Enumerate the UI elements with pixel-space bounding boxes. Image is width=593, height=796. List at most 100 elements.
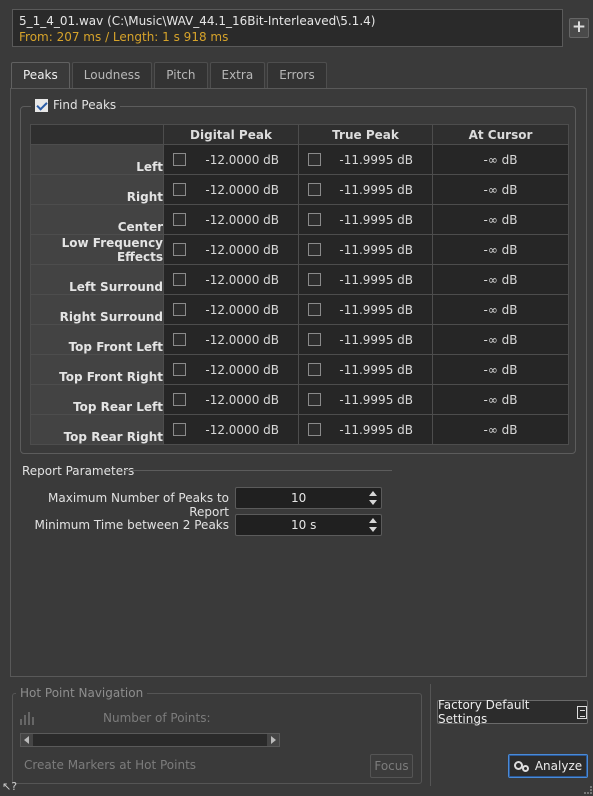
true-peak-checkbox[interactable] [308, 243, 321, 256]
digital-peak-checkbox[interactable] [173, 423, 186, 436]
min-time-label: Minimum Time between 2 Peaks [34, 518, 229, 532]
level-meter-icon [20, 711, 36, 725]
true-peak-checkbox[interactable] [308, 153, 321, 166]
true-peak-value: -11.9995 dB [339, 152, 413, 167]
digital-peak-cell: -12.0000 dB [163, 264, 299, 295]
report-parameters-title: Report Parameters [22, 464, 135, 478]
min-time-spinbox[interactable]: 10 s [235, 514, 382, 536]
true-peak-cell: -11.9995 dB [298, 414, 433, 445]
channel-name: Top Front Left [30, 324, 164, 355]
tab-loudness[interactable]: Loudness [71, 62, 153, 88]
digital-peak-checkbox[interactable] [173, 333, 186, 346]
analyze-button[interactable]: Analyze [508, 754, 588, 778]
true-peak-checkbox[interactable] [308, 213, 321, 226]
digital-peak-value: -12.0000 dB [205, 212, 279, 227]
spin-arrows-icon[interactable] [369, 491, 377, 505]
table-corner [30, 124, 164, 145]
at-cursor-value: -∞ dB [432, 384, 569, 415]
channel-name: Right Surround [30, 294, 164, 325]
add-file-button[interactable]: + [569, 18, 589, 38]
true-peak-checkbox[interactable] [308, 303, 321, 316]
digital-peak-value: -12.0000 dB [205, 152, 279, 167]
at-cursor-value: -∞ dB [432, 174, 569, 205]
digital-peak-value: -12.0000 dB [205, 422, 279, 437]
digital-peak-value: -12.0000 dB [205, 362, 279, 377]
true-peak-value: -11.9995 dB [339, 332, 413, 347]
true-peak-cell: -11.9995 dB [298, 354, 433, 385]
at-cursor-value: -∞ dB [432, 144, 569, 175]
tab-pitch[interactable]: Pitch [154, 62, 208, 88]
true-peak-checkbox[interactable] [308, 393, 321, 406]
arrow-left-icon[interactable] [21, 734, 33, 746]
digital-peak-checkbox[interactable] [173, 183, 186, 196]
digital-peak-checkbox[interactable] [173, 273, 186, 286]
true-peak-value: -11.9995 dB [339, 242, 413, 257]
vertical-divider [430, 684, 431, 786]
digital-peak-value: -12.0000 dB [205, 392, 279, 407]
digital-peak-checkbox[interactable] [173, 213, 186, 226]
table-row: Top Rear Right -12.0000 dB -11.9995 dB -∞ d… [30, 414, 569, 445]
focus-button[interactable]: Focus [370, 754, 413, 778]
true-peak-cell: -11.9995 dB [298, 324, 433, 355]
digital-peak-checkbox[interactable] [173, 393, 186, 406]
channel-name: Top Front Right [30, 354, 164, 385]
analyze-label: Analyze [534, 759, 583, 773]
channel-name: Low Frequency Effects [30, 234, 164, 265]
digital-peak-checkbox[interactable] [173, 153, 186, 166]
table-row: Right Surround -12.0000 dB -11.9995 dB -∞ d… [30, 294, 569, 325]
table-row: Center -12.0000 dB -11.9995 dB -∞ dB [30, 204, 569, 235]
find-peaks-toggle[interactable]: Find Peaks [31, 98, 121, 112]
arrow-right-icon[interactable] [267, 734, 279, 746]
gear-icon [513, 760, 530, 773]
points-slider[interactable] [20, 733, 280, 747]
tab-errors[interactable]: Errors [267, 62, 327, 88]
true-peak-value: -11.9995 dB [339, 392, 413, 407]
column-header-digital-peak: Digital Peak [163, 124, 299, 145]
at-cursor-value: -∞ dB [432, 294, 569, 325]
tab-peaks[interactable]: Peaks [11, 62, 70, 88]
hot-point-title: Hot Point Navigation [16, 686, 148, 700]
digital-peak-value: -12.0000 dB [205, 182, 279, 197]
help-cursor-icon[interactable]: ↖? [2, 780, 17, 793]
at-cursor-value: -∞ dB [432, 324, 569, 355]
document-icon [576, 705, 587, 719]
true-peak-checkbox[interactable] [308, 183, 321, 196]
at-cursor-value: -∞ dB [432, 234, 569, 265]
digital-peak-cell: -12.0000 dB [163, 384, 299, 415]
tab-bar: Peaks Loudness Pitch Extra Errors [11, 62, 327, 88]
digital-peak-cell: -12.0000 dB [163, 174, 299, 205]
digital-peak-value: -12.0000 dB [205, 302, 279, 317]
digital-peak-cell: -12.0000 dB [163, 324, 299, 355]
at-cursor-value: -∞ dB [432, 204, 569, 235]
digital-peak-checkbox[interactable] [173, 363, 186, 376]
channel-name: Top Rear Right [30, 414, 164, 445]
spin-arrows-icon[interactable] [369, 518, 377, 532]
digital-peak-cell: -12.0000 dB [163, 204, 299, 235]
true-peak-checkbox[interactable] [308, 363, 321, 376]
true-peak-checkbox[interactable] [308, 333, 321, 346]
find-peaks-checkbox[interactable] [35, 98, 48, 112]
resize-grip-icon[interactable] [584, 786, 592, 794]
digital-peak-value: -12.0000 dB [205, 272, 279, 287]
digital-peak-checkbox[interactable] [173, 243, 186, 256]
digital-peak-cell: -12.0000 dB [163, 234, 299, 265]
tab-extra[interactable]: Extra [209, 62, 266, 88]
true-peak-value: -11.9995 dB [339, 302, 413, 317]
channel-name: Left Surround [30, 264, 164, 295]
true-peak-checkbox[interactable] [308, 273, 321, 286]
true-peak-value: -11.9995 dB [339, 362, 413, 377]
max-peaks-label: Maximum Number of Peaks to Report [48, 491, 229, 519]
true-peak-cell: -11.9995 dB [298, 264, 433, 295]
table-row: Top Rear Left -12.0000 dB -11.9995 dB -∞ dB [30, 384, 569, 415]
true-peak-cell: -11.9995 dB [298, 384, 433, 415]
max-peaks-spinbox[interactable]: 10 [235, 487, 382, 509]
factory-default-settings-button[interactable]: Factory Default Settings [437, 698, 588, 726]
digital-peak-checkbox[interactable] [173, 303, 186, 316]
plus-icon: + [571, 17, 587, 37]
digital-peak-cell: -12.0000 dB [163, 414, 299, 445]
digital-peak-value: -12.0000 dB [205, 332, 279, 347]
channel-name: Left [30, 144, 164, 175]
true-peak-checkbox[interactable] [308, 423, 321, 436]
true-peak-cell: -11.9995 dB [298, 174, 433, 205]
digital-peak-cell: -12.0000 dB [163, 144, 299, 175]
